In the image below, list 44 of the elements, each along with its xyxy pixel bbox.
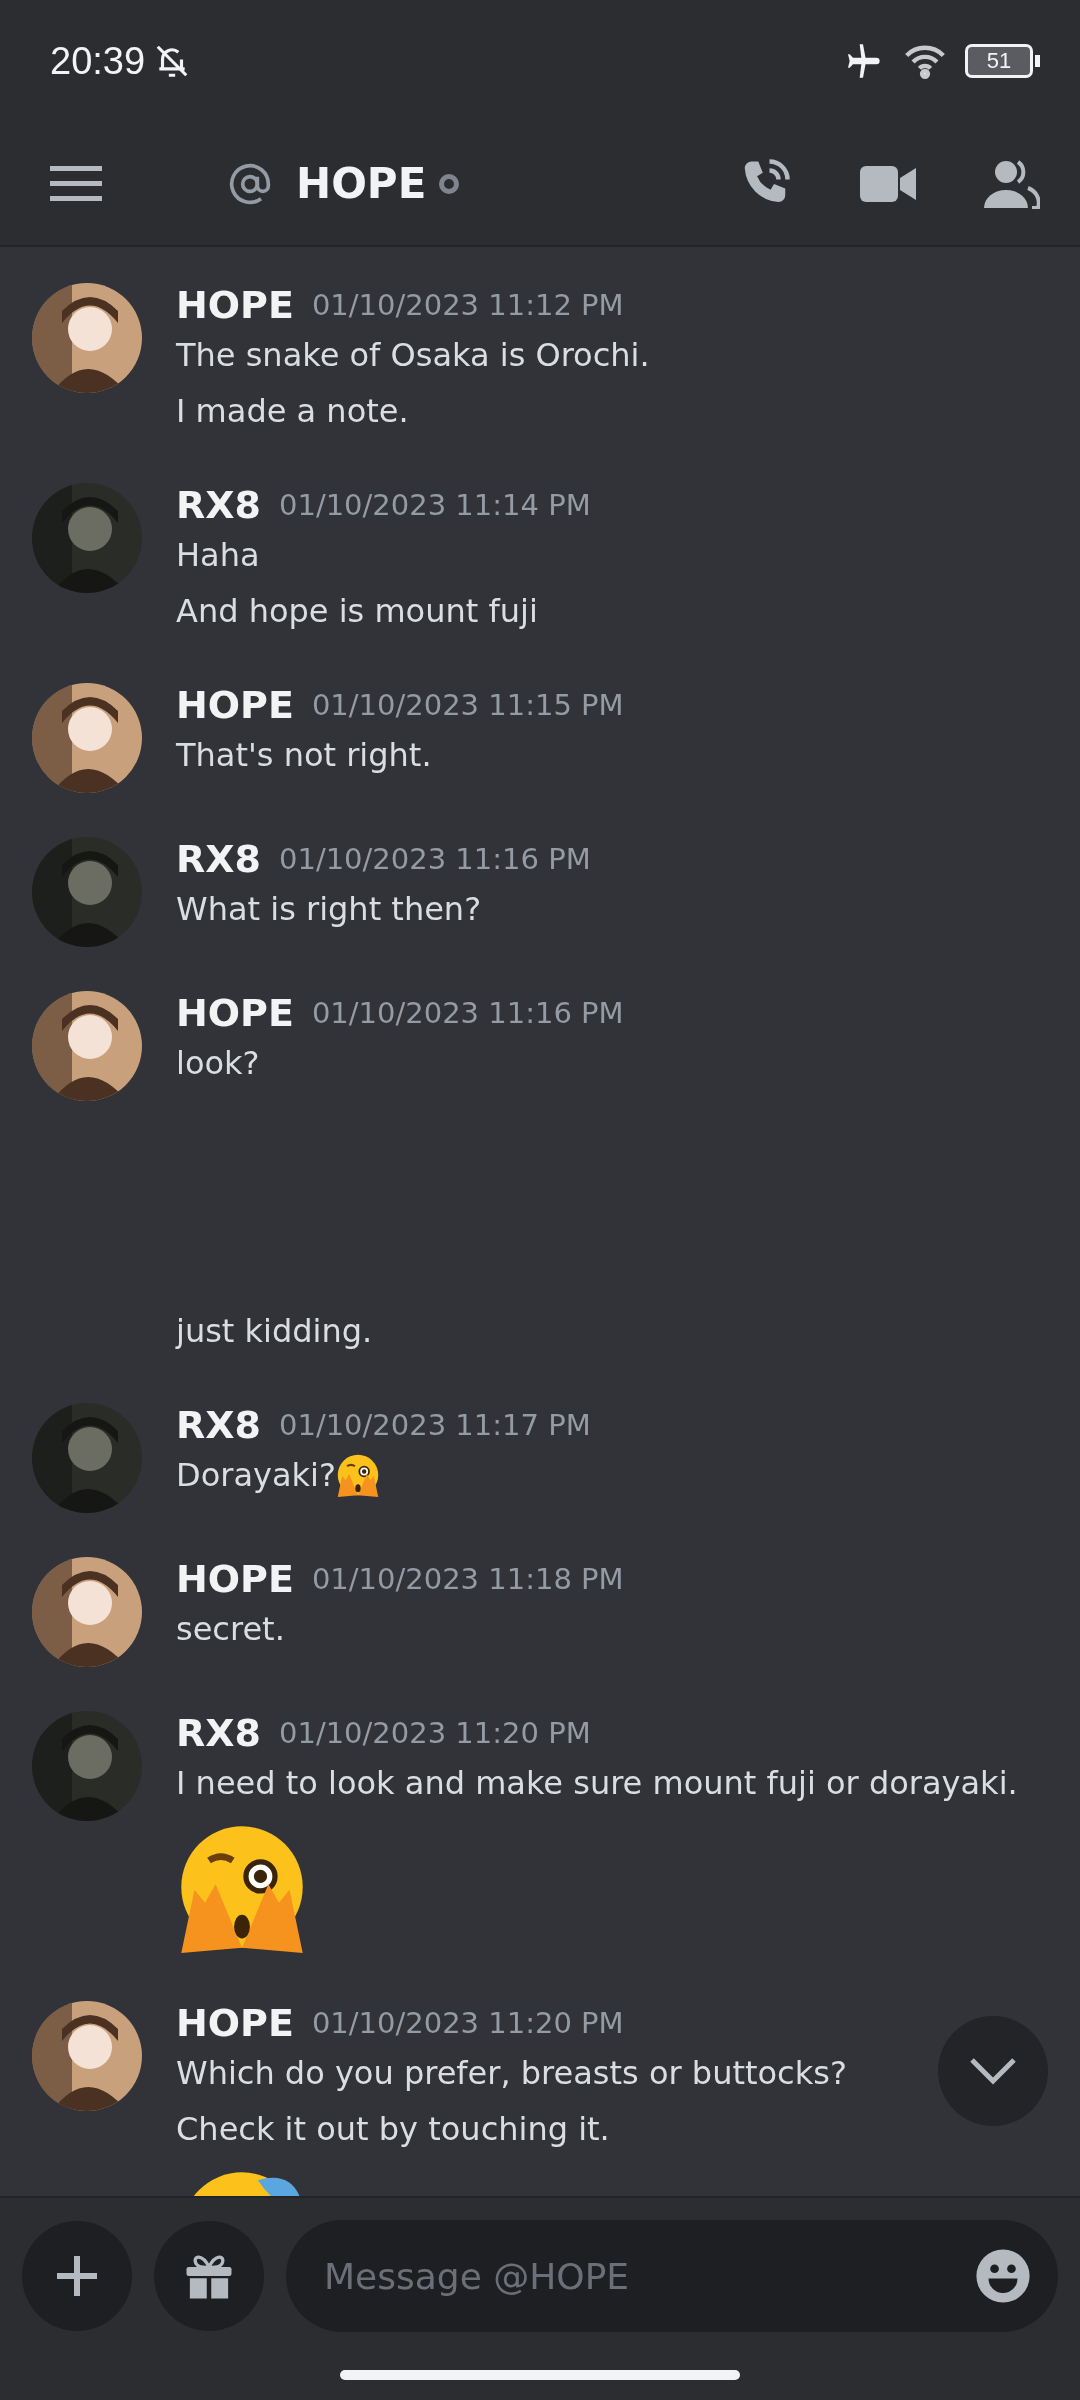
message-text: look? [176,1043,260,1084]
chevron-down-icon [969,2057,1017,2085]
channel-title: HOPE [296,159,427,208]
author-name[interactable]: HOPE [176,283,294,327]
author-name[interactable]: RX8 [176,483,261,527]
message-timestamp: 01/10/2023 11:16 PM [279,842,591,876]
message-text: And hope is mount fuji [176,591,538,632]
status-dot-icon [438,172,461,195]
message-timestamp: 01/10/2023 11:20 PM [279,1716,591,1750]
message-bar[interactable]: Message @HOPE [286,2220,1058,2332]
message-text: The snake of Osaka is Orochi. [176,335,650,376]
smiley-icon[interactable] [974,2247,1032,2305]
plus-icon [57,2256,97,2296]
members-icon[interactable] [984,158,1040,209]
message-timestamp: 01/10/2023 11:15 PM [311,688,624,722]
battery-tip-icon [1035,55,1040,67]
message-timestamp: 01/10/2023 11:14 PM [279,488,591,522]
author-name[interactable]: RX8 [176,837,261,881]
author-name[interactable]: HOPE [176,1557,294,1601]
author-name[interactable]: HOPE [176,991,294,1035]
author-name[interactable]: HOPE [176,683,294,727]
author-name[interactable]: HOPE [176,2001,294,2045]
message-timestamp: 01/10/2023 11:20 PM [311,2006,624,2040]
message-input[interactable]: Message @HOPE [322,2254,974,2298]
message-text: Check it out by touching it. [176,2109,610,2150]
message-text: I need to look and make sure mount fuji or dorayaki. [176,1763,1018,1804]
message-timestamp: 01/10/2023 11:18 PM [311,1562,624,1596]
at-sign-icon [228,161,272,206]
message-timestamp: 01/10/2023 11:12 PM [311,288,624,322]
message-text: Which do you prefer, breasts or buttocks? [176,2053,847,2094]
battery-indicator: 51 [965,44,1033,78]
message-text: secret. [176,1609,285,1650]
message-text: just kidding. [176,1311,373,1352]
author-name[interactable]: RX8 [176,1403,261,1447]
message-text: That's not right. [176,735,432,776]
author-name[interactable]: RX8 [176,1711,261,1755]
status-time: 20:39 [50,39,146,83]
message-text: I made a note. [176,391,409,432]
message-text: Dorayaki? [176,1455,336,1496]
message-timestamp: 01/10/2023 11:17 PM [279,1408,591,1442]
message-timestamp: 01/10/2023 11:16 PM [311,996,624,1030]
message-text: Haha [176,535,260,576]
menu-icon[interactable] [50,165,102,202]
message-text: What is right then? [176,889,482,930]
